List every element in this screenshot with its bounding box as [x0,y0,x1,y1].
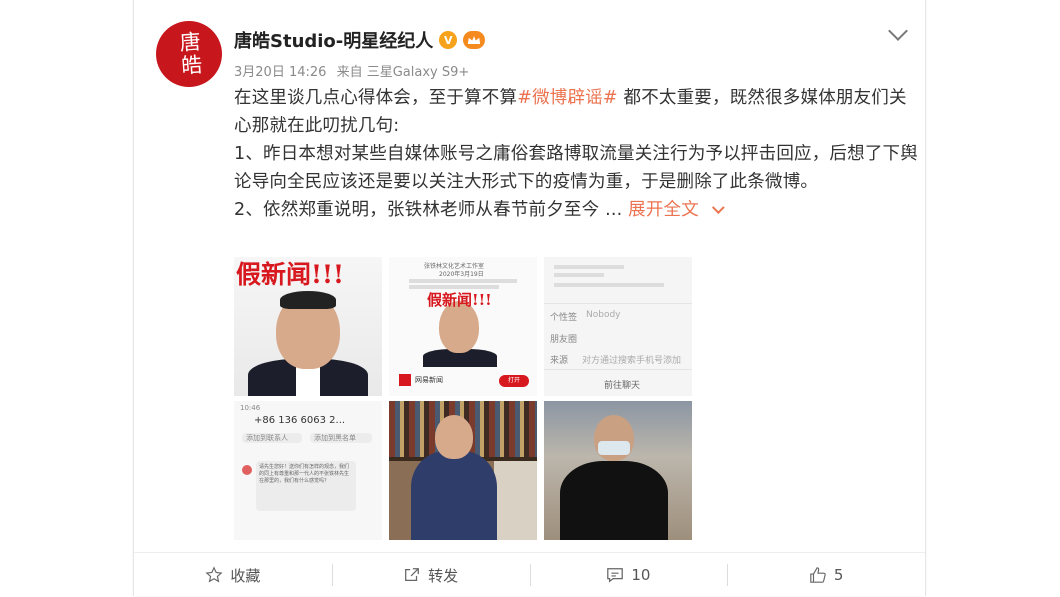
cabinet-shape [494,461,537,540]
comment-button[interactable]: 10 [529,560,728,590]
sweater-shape [560,461,668,540]
like-button[interactable]: 5 [727,560,925,590]
favorite-button[interactable]: 收藏 [134,560,332,590]
text-line [554,273,604,277]
jacket-shape [411,451,497,540]
fake-news-caption: 假新闻!!! [427,291,492,309]
text-line [409,279,517,283]
img3-value-source: 对方通过搜索手机号添加 [582,356,682,366]
crown-icon [463,31,486,49]
para-1-pre: 在这里谈几点心得体会，至于算不算 [234,88,518,108]
chevron-down-icon[interactable] [888,21,908,41]
thumbs-up-icon [810,567,826,583]
image-contact-card[interactable]: 个性签 Nobody 朋友圈 来源 对方通过搜索手机号添加 前往聊天 [544,257,692,396]
img3-value-signature: Nobody [586,310,621,320]
favorite-label: 收藏 [230,566,261,585]
author-name[interactable]: 唐皓Studio-明星经纪人 [234,27,433,53]
divider [544,303,692,304]
forward-icon [405,568,420,582]
post-para-3: 2、依然郑重说明，张铁林老师从春节前夕至今 ... 展开全文 [234,196,924,224]
face-shape [435,415,473,459]
post-date[interactable]: 3月20日 14:26 [234,65,326,80]
divider [544,369,692,370]
verified-icon: V [439,31,458,49]
comment-icon [607,568,624,583]
hashtag-link[interactable]: #微博辟谣# [517,88,618,108]
image-man-mask[interactable] [544,401,692,540]
comment-count: 10 [631,566,651,584]
img4-number: +86 136 6063 2... [254,415,346,426]
img3-label-source: 来源 [550,356,569,366]
img2-open-button: 打开 [499,375,529,387]
forward-label: 转发 [428,566,459,585]
image-man-study[interactable] [389,401,537,540]
post-para-1: 在这里谈几点心得体会，至于算不算#微博辟谣# 都不太重要，既然很多媒体朋友们关心… [234,84,924,140]
hair-shape [280,291,336,309]
fake-news-caption: 假新闻!!! [236,260,344,289]
weibo-post-card: 唐皓 唐皓Studio-明星经纪人 V 3月20日 14:26 来自 三星Gal… [133,0,926,596]
img3-label-moments: 朋友圈 [550,335,578,345]
post-source: 来自 三星Galaxy S9+ [336,65,470,80]
img4-btn1: 添加到联系人 [246,434,288,442]
like-count: 5 [833,566,844,584]
img4-btn2: 添加到黑名单 [314,434,356,442]
image-fake-news-1[interactable]: 假新闻!!! [234,257,382,396]
image-grid: 假新闻!!! 张铁林文化艺术工作室 2020年3月19日 假新闻!!! 网易新闻… [234,257,692,540]
image-sms[interactable]: 10:46 +86 136 6063 2... 添加到联系人 添加到黑名单 请先… [234,401,382,540]
forward-button[interactable]: 转发 [331,560,530,590]
author-row: 唐皓Studio-明星经纪人 V [234,27,486,53]
para-3-text: 2、依然郑重说明，张铁林老师从春节前夕至今 ... [234,200,623,220]
mask-shape [598,441,630,455]
img2-date: 2020年3月19日 [439,271,484,278]
post-para-2: 1、昨日本想对某些自媒体账号之庸俗套路博取流量关注行为予以抨击回应，后想了下舆论… [234,144,918,192]
avatar[interactable]: 唐皓 [156,21,222,87]
text-line [554,283,664,287]
post-text: 在这里谈几点心得体会，至于算不算#微博辟谣# 都不太重要，既然很多媒体朋友们关心… [234,84,924,224]
sender-avatar-icon [242,465,252,475]
image-fake-news-2[interactable]: 张铁林文化艺术工作室 2020年3月19日 假新闻!!! 网易新闻 打开 [389,257,537,396]
text-line [554,265,624,269]
img4-message: 请先生您好！送你们有怎样的观念，我们的同上有尊重和那一代人的不张铁林先生在那里的… [256,461,356,511]
img3-chat-button: 前往聊天 [604,381,641,391]
action-bar: 收藏 转发 10 5 [134,552,925,597]
expand-label: 展开全文 [628,200,699,220]
post-meta: 3月20日 14:26 来自 三星Galaxy S9+ [234,61,475,80]
star-icon [205,566,223,583]
img3-label-signature: 个性签 [550,313,578,323]
img2-brand: 网易新闻 [415,376,443,384]
chevron-down-icon [711,201,725,215]
avatar-text: 唐皓 [175,30,204,78]
img4-time: 10:46 [240,404,261,412]
expand-link[interactable]: 展开全文 [628,200,725,220]
netease-logo-icon [399,374,411,386]
